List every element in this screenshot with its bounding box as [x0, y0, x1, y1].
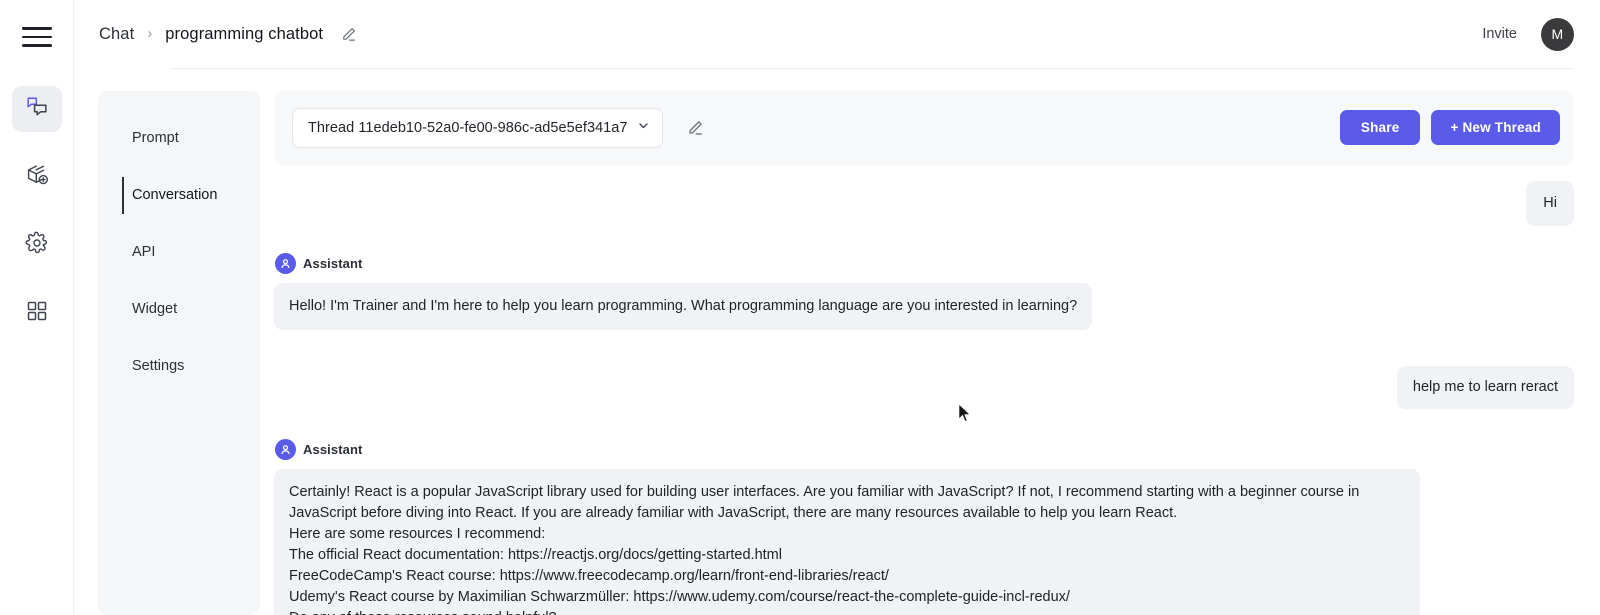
- invite-button[interactable]: Invite: [1482, 26, 1517, 42]
- message-paragraph: Udemy's React course by Maximilian Schwa…: [289, 588, 1070, 605]
- user-message-bubble: Hi: [1526, 180, 1574, 226]
- sidebar-item-label: Settings: [132, 358, 185, 375]
- message-paragraph: FreeCodeCamp's React course: https://www…: [289, 567, 889, 584]
- rail-item-chat[interactable]: [11, 86, 62, 132]
- assistant-avatar-icon: [275, 438, 296, 460]
- app-root: Chat › programming chatbot Invite M Prom…: [0, 0, 1600, 615]
- assistant-header: Assistant: [274, 252, 363, 274]
- message-paragraph: The official React documentation: https:…: [289, 546, 782, 563]
- new-thread-button[interactable]: + New Thread: [1431, 110, 1560, 146]
- avatar[interactable]: M: [1541, 17, 1574, 51]
- sidebar-item-conversation[interactable]: Conversation: [98, 176, 260, 215]
- sidebar-item-widget[interactable]: Widget: [98, 290, 260, 329]
- thread-select-value: Thread 11edeb10-52a0-fe00-986c-ad5e5ef34…: [308, 119, 628, 136]
- rail-item-apps[interactable]: [12, 290, 62, 336]
- sidebar-item-label: Prompt: [132, 130, 179, 147]
- sidebar-item-label: API: [132, 244, 156, 261]
- sidebar-item-prompt[interactable]: Prompt: [98, 119, 260, 158]
- breadcrumb-separator: ›: [147, 25, 153, 42]
- chevron-down-icon: [637, 119, 650, 137]
- assistant-message-bubble: Hello! I'm Trainer and I'm here to help …: [274, 282, 1093, 330]
- message-row-assistant: Assistant Certainly! React is a popular …: [274, 438, 1574, 615]
- icon-rail: [0, 0, 74, 615]
- assistant-label: Assistant: [303, 441, 363, 457]
- message-row-user: Hi: [274, 180, 1574, 226]
- rename-thread-pencil-icon[interactable]: [686, 119, 704, 137]
- thread-actions: Share + New Thread: [1339, 110, 1560, 146]
- grid-apps-icon: [26, 300, 48, 327]
- sub-navigation: Prompt Conversation API Widget Settings: [98, 90, 260, 615]
- hamburger-bar: [21, 35, 52, 39]
- sidebar-item-api[interactable]: API: [98, 233, 260, 272]
- hamburger-bar: [21, 27, 52, 30]
- message-paragraph: Here are some resources I recommend:: [289, 525, 546, 542]
- header-actions: Invite M: [1482, 17, 1574, 51]
- chat-panel: Thread 11edeb10-52a0-fe00-986c-ad5e5ef34…: [274, 90, 1574, 615]
- breadcrumb: Chat › programming chatbot: [99, 25, 357, 44]
- message-gap: [274, 330, 1574, 366]
- body-area: Prompt Conversation API Widget Settings: [74, 69, 1600, 615]
- main-column: Chat › programming chatbot Invite M Prom…: [74, 0, 1600, 615]
- message-paragraph: Certainly! React is a popular JavaScript…: [289, 483, 1364, 521]
- assistant-header: Assistant: [274, 438, 363, 460]
- assistant-avatar-icon: [275, 252, 296, 274]
- hamburger-bar: [21, 44, 52, 47]
- thread-select[interactable]: Thread 11edeb10-52a0-fe00-986c-ad5e5ef34…: [292, 107, 663, 148]
- message-list[interactable]: Hi Assistant Hello! I'm Trainer and I'm …: [274, 165, 1574, 615]
- breadcrumb-root[interactable]: Chat: [99, 25, 134, 44]
- share-button[interactable]: Share: [1339, 110, 1421, 146]
- message-row-user: help me to learn reract: [274, 365, 1574, 409]
- thread-toolbar: Thread 11edeb10-52a0-fe00-986c-ad5e5ef34…: [274, 90, 1574, 165]
- hamburger-menu-icon[interactable]: [14, 14, 60, 60]
- box-plus-icon: [25, 163, 49, 192]
- message-gap: [274, 226, 1574, 253]
- message-row-assistant: Assistant Hello! I'm Trainer and I'm her…: [274, 252, 1574, 330]
- breadcrumb-current: programming chatbot: [165, 24, 324, 43]
- sidebar-item-settings[interactable]: Settings: [98, 347, 260, 386]
- rename-chatbot-pencil-icon[interactable]: [340, 26, 357, 43]
- assistant-label: Assistant: [303, 255, 363, 271]
- gear-icon: [25, 231, 49, 260]
- rail-item-add-package[interactable]: [12, 154, 62, 200]
- sidebar-item-label: Widget: [132, 301, 178, 318]
- rail-item-settings[interactable]: [12, 222, 62, 268]
- message-paragraph: Do any of these resources sound helpful?: [289, 608, 1405, 615]
- user-message-bubble: help me to learn reract: [1396, 365, 1574, 409]
- top-header: Chat › programming chatbot Invite M: [74, 0, 1600, 68]
- chat-bubbles-icon: [25, 95, 49, 124]
- message-gap: [274, 409, 1574, 439]
- assistant-message-bubble: Certainly! React is a popular JavaScript…: [274, 468, 1420, 615]
- sidebar-item-label: Conversation: [132, 187, 218, 204]
